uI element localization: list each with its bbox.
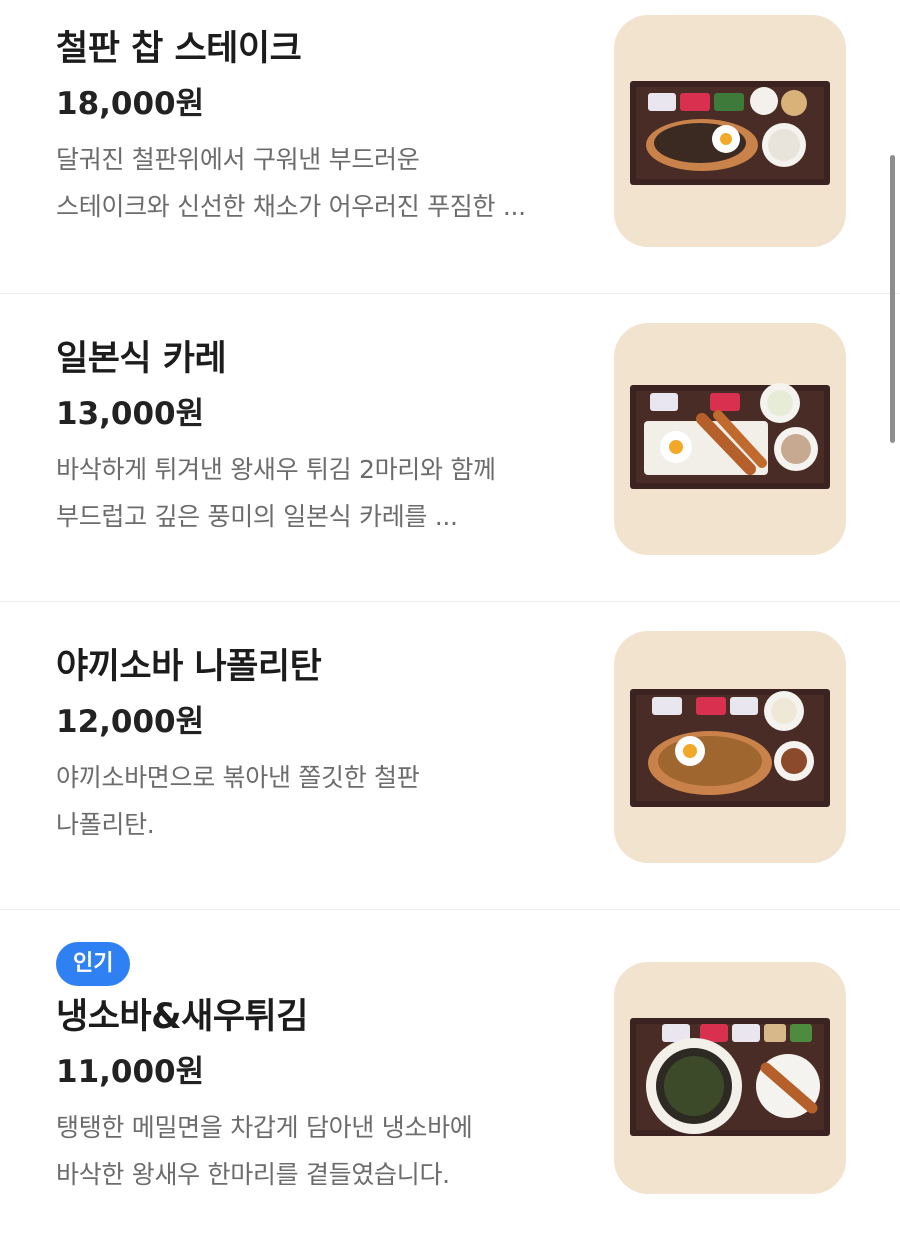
menu-item-text: 철판 찹 스테이크 18,000원 달궈진 철판위에서 구워낸 부드러운 스테이… (56, 26, 586, 230)
yakisoba-set-tray-icon[interactable] (614, 631, 846, 863)
menu-item-text: 일본식 카레 13,000원 바삭하게 튀겨낸 왕새우 튀김 2마리와 함께 부… (56, 336, 586, 540)
menu-item-price: 13,000원 (56, 396, 205, 432)
popular-badge: 인기 (56, 942, 131, 986)
menu-item-description: 탱탱한 메밀면을 차갑게 담아낸 냉소바에 바삭한 왕새우 한마리를 곁들였습니… (56, 1104, 586, 1198)
menu-item-description: 야끼소바면으로 볶아낸 쫄깃한 철판 나폴리탄. (56, 754, 586, 848)
menu-item-name: 일본식 카레 (56, 339, 227, 379)
description-line: 달궈진 철판위에서 구워낸 부드러운 (56, 145, 420, 174)
menu-item[interactable]: 야끼소바 나폴리탄 12,000원 야끼소바면으로 볶아낸 쫄깃한 철판 나폴리… (0, 602, 900, 910)
curry-set-tray-icon[interactable] (614, 323, 846, 555)
description-line: 부드럽고 깊은 풍미의 일본식 카레를 ... (56, 502, 458, 531)
description-line: 바삭하게 튀겨낸 왕새우 튀김 2마리와 함께 (56, 455, 496, 484)
menu-item-description: 달궈진 철판위에서 구워낸 부드러운 스테이크와 신선한 채소가 어우러진 푸짐… (56, 136, 586, 230)
menu-item[interactable]: 철판 찹 스테이크 18,000원 달궈진 철판위에서 구워낸 부드러운 스테이… (0, 0, 900, 294)
menu-item-name: 냉소바&새우튀김 (56, 997, 308, 1037)
menu-item-name: 야끼소바 나폴리탄 (56, 647, 322, 687)
menu-item-price: 11,000원 (56, 1054, 205, 1090)
description-line: 야끼소바면으로 볶아낸 쫄깃한 철판 (56, 763, 420, 792)
menu-item-price: 18,000원 (56, 86, 205, 122)
menu-item[interactable]: 일본식 카레 13,000원 바삭하게 튀겨낸 왕새우 튀김 2마리와 함께 부… (0, 294, 900, 602)
menu-item-text: 야끼소바 나폴리탄 12,000원 야끼소바면으로 볶아낸 쫄깃한 철판 나폴리… (56, 644, 586, 848)
description-line: 탱탱한 메밀면을 차갑게 담아낸 냉소바에 (56, 1113, 473, 1142)
menu-item-name: 철판 찹 스테이크 (56, 29, 302, 69)
menu-item-description: 바삭하게 튀겨낸 왕새우 튀김 2마리와 함께 부드럽고 깊은 풍미의 일본식 … (56, 446, 586, 540)
steak-set-tray-icon[interactable] (614, 15, 846, 247)
menu-list: 철판 찹 스테이크 18,000원 달궈진 철판위에서 구워낸 부드러운 스테이… (0, 0, 900, 1251)
cold-soba-set-tray-icon[interactable] (614, 962, 846, 1194)
menu-item-price: 12,000원 (56, 704, 205, 740)
description-line: 스테이크와 신선한 채소가 어우러진 푸짐한 ... (56, 192, 526, 221)
menu-item-text: 인기 냉소바&새우튀김 11,000원 탱탱한 메밀면을 차갑게 담아낸 냉소바… (56, 942, 586, 1198)
description-line: 바삭한 왕새우 한마리를 곁들였습니다. (56, 1160, 450, 1189)
menu-item[interactable]: 인기 냉소바&새우튀김 11,000원 탱탱한 메밀면을 차갑게 담아낸 냉소바… (0, 910, 900, 1251)
description-line: 나폴리탄. (56, 810, 155, 839)
scrollbar[interactable] (890, 155, 895, 443)
